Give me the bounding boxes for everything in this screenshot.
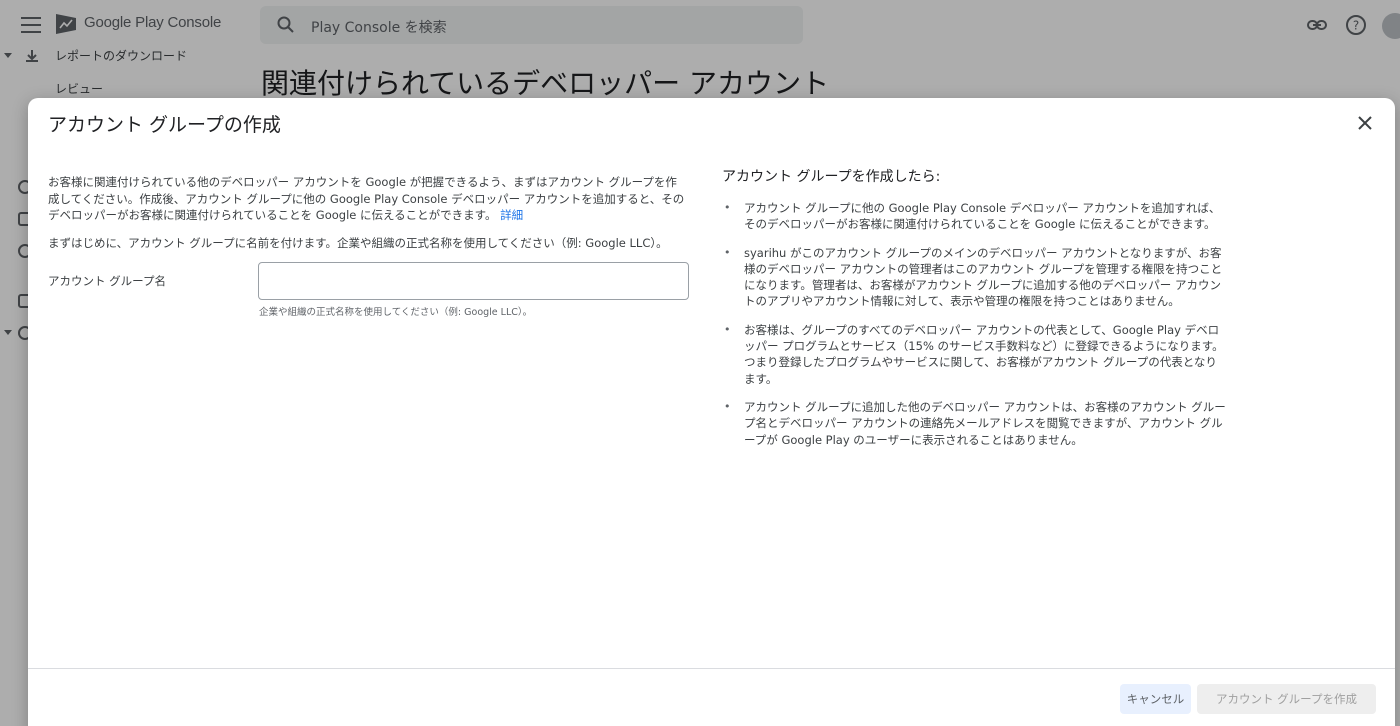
list-item: syarihu がこのアカウント グループのメインのデベロッパー アカウントとな… <box>722 245 1228 310</box>
after-creation-heading: アカウント グループを作成したら: <box>722 169 941 185</box>
create-account-group-dialog: アカウント グループの作成 お客様に関連付けられている他のデベロッパー アカウン… <box>28 98 1395 726</box>
footer-divider <box>28 668 1395 669</box>
after-creation-list: アカウント グループに他の Google Play Console デベロッパー… <box>722 200 1228 460</box>
intro-paragraph: お客様に関連付けられている他のデベロッパー アカウントを Google が把握で… <box>48 174 688 224</box>
close-icon[interactable] <box>1355 113 1375 133</box>
list-item: アカウント グループに追加した他のデベロッパー アカウントは、お客様のアカウント… <box>722 399 1228 448</box>
naming-instruction: まずはじめに、アカウント グループに名前を付けます。企業や組織の正式名称を使用し… <box>48 236 668 250</box>
account-group-name-helper: 企業や組織の正式名称を使用してください（例: Google LLC）。 <box>259 307 533 318</box>
list-item: お客様は、グループのすべてのデベロッパー アカウントの代表として、Google … <box>722 322 1228 387</box>
list-item: アカウント グループに他の Google Play Console デベロッパー… <box>722 200 1228 233</box>
create-account-group-button[interactable]: アカウント グループを作成 <box>1197 684 1376 714</box>
learn-more-link[interactable]: 詳細 <box>500 208 523 222</box>
dialog-title: アカウント グループの作成 <box>48 114 281 136</box>
intro-text: お客様に関連付けられている他のデベロッパー アカウントを Google が把握で… <box>48 175 685 222</box>
account-group-name-label: アカウント グループ名 <box>48 274 166 288</box>
cancel-button[interactable]: キャンセル <box>1120 684 1191 714</box>
account-group-name-input[interactable] <box>258 262 689 300</box>
